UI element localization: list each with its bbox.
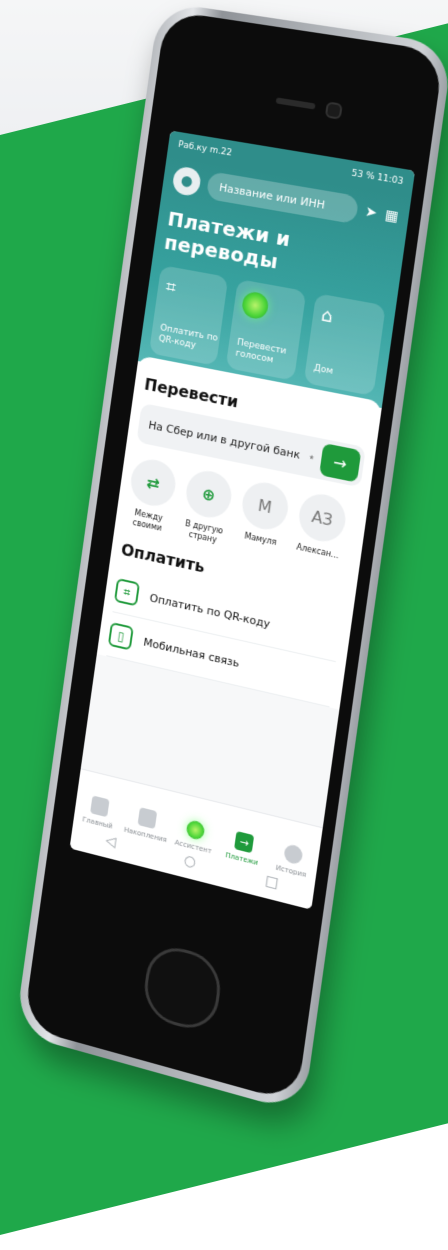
qr-icon: ⌗ (164, 276, 178, 299)
bank-icon: ⋆ (306, 449, 317, 465)
tile-home[interactable]: ⌂ Дом (303, 293, 386, 397)
app-screen: Рaб.ку m.22 53 % 11:03 ● Название или ИН… (69, 130, 416, 910)
grid-icon[interactable]: ▦ (384, 207, 400, 225)
contact-initial: АЗ (296, 490, 349, 546)
chart-tab-icon (137, 807, 158, 830)
tile-label: Дом (313, 363, 334, 377)
speaker (275, 97, 316, 110)
tile-label: Перевести голосом (234, 337, 287, 366)
tile-voice-transfer[interactable]: Перевести голосом (225, 278, 307, 381)
phone-inner: Рaб.ку m.22 53 % 11:03 ● Название или ИН… (23, 10, 445, 1104)
arrow-right-icon[interactable]: → (319, 443, 362, 483)
back-icon[interactable]: ◁ (104, 832, 116, 850)
front-camera (324, 101, 343, 120)
globe-icon: ⊕ (183, 467, 235, 522)
home-tab-icon (90, 795, 110, 818)
contact-mamulya[interactable]: М Мамуля (236, 478, 291, 560)
tile-pay-qr[interactable]: ⌗ Оплатить по QR-коду (148, 265, 229, 366)
home-icon: ⌂ (319, 304, 335, 328)
phone-body: Рaб.ку m.22 53 % 11:03 ● Название или ИН… (14, 1, 448, 1114)
transfer-icon: ⇄ (128, 455, 179, 510)
contact-aleksan[interactable]: АЗ Алексан... (293, 490, 349, 572)
physical-home-button[interactable] (140, 940, 225, 1036)
tile-label: Оплатить по QR-коду (158, 323, 219, 351)
shortcut-icon[interactable]: ➤ (364, 204, 378, 222)
contact-name: В другую страну (184, 518, 224, 545)
contact-name: Мамуля (243, 531, 277, 548)
assistant-orb-icon (240, 290, 270, 321)
phone: Рaб.ку m.22 53 % 11:03 ● Название или ИН… (5, 1, 448, 1114)
recents-icon[interactable]: □ (264, 872, 279, 891)
payments-tab-icon: → (234, 830, 255, 854)
search-placeholder: Название или ИНН (218, 180, 326, 212)
home-nav-icon[interactable]: ○ (183, 852, 197, 871)
assistant-tab-icon (185, 818, 206, 842)
pay-label: Мобильная связь (142, 635, 241, 670)
contact-name: Между своими (132, 508, 164, 533)
transfer-placeholder: На Сбер или в другой банк (147, 418, 302, 462)
profile-avatar[interactable]: ● (171, 165, 203, 198)
contact-name: Алексан... (295, 542, 340, 561)
contact-initial: М (239, 478, 291, 534)
phone-scene: Рaб.ку m.22 53 % 11:03 ● Название или ИН… (0, 0, 448, 1140)
content-card: Перевести На Сбер или в другой банк ⋆ → … (96, 355, 383, 710)
contact-other-country[interactable]: ⊕ В другую страну (180, 467, 235, 547)
status-left: Рaб.ку m.22 (177, 139, 233, 159)
history-tab-icon (283, 843, 304, 866)
status-right: 53 % 11:03 (350, 168, 404, 188)
qr-icon: ⌗ (113, 577, 141, 607)
contact-between-accounts[interactable]: ⇄ Между своими (125, 455, 179, 536)
phone-icon: ▯ (107, 621, 134, 651)
